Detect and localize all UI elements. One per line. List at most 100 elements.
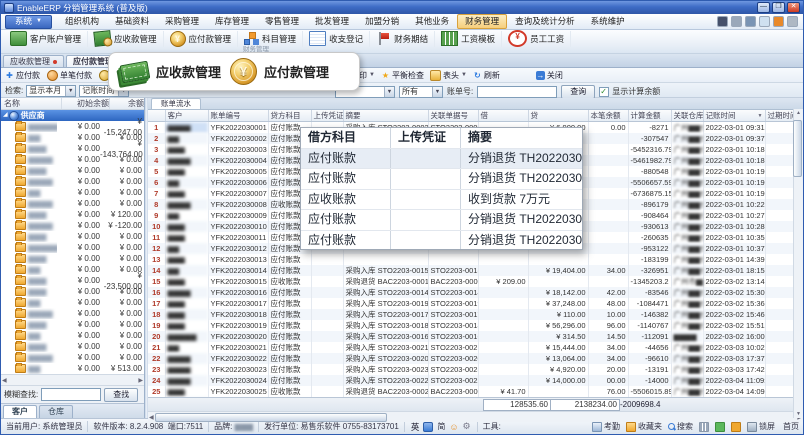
close-button[interactable]: ✕ <box>787 2 800 13</box>
query-button[interactable]: 查询 <box>561 85 595 99</box>
ribbon-button-payable[interactable]: 应付款管理 <box>164 31 239 47</box>
table-row[interactable]: 19▆▆▆YFK2022030019应付账款采购入库 STO2203-0018S… <box>148 320 798 331</box>
expand-icon[interactable]: ◢ <box>3 110 8 121</box>
tree-item-supplier[interactable]: ▆▆▆¥ 0.00¥ 0.00 <box>1 286 144 297</box>
minimize-button[interactable]: — <box>757 2 770 13</box>
action-balance-check[interactable]: 平衡检查 <box>381 70 424 81</box>
left-tab-仓库[interactable]: 仓库 <box>39 405 73 418</box>
bell-icon[interactable] <box>731 16 742 27</box>
menu-item[interactable]: 库存管理 <box>207 14 257 29</box>
smiley-icon[interactable]: ☺ <box>449 422 458 432</box>
status-tool-skin[interactable] <box>731 422 741 432</box>
table-row[interactable]: 21▆▆YFK2022030021应付账款采购入库 STO2203-0021ST… <box>148 342 798 353</box>
action-close-tab[interactable]: 关闭 <box>536 70 563 81</box>
col-计算金额[interactable]: 计算金额 <box>628 110 671 122</box>
tree-item-supplier[interactable]: ▆▆▆▆¥ 0.00¥ 0.00 <box>1 308 144 319</box>
menu-item[interactable]: 系统维护 <box>583 14 633 29</box>
tree-item-supplier[interactable]: ▆▆¥ 0.00¥ 0.00 <box>1 187 144 198</box>
menu-item[interactable]: 加盟分销 <box>357 14 407 29</box>
chat-icon[interactable] <box>759 16 770 27</box>
doc-tab[interactable]: 应收款管理 <box>3 55 64 67</box>
table-row[interactable]: 24▆▆▆▆YFK2022030024应付账款采购入库 STO2203-0022… <box>148 375 798 386</box>
maximize-button[interactable]: ❐ <box>772 2 785 13</box>
table-row[interactable]: 14▆▆YFK2022030014应付账款采购入库 STO2203-0015ST… <box>148 265 798 276</box>
window-mini-icon[interactable] <box>787 16 798 27</box>
table-row[interactable]: 17▆▆▆YFK2022030017应付账款采购入库 STO2203-0019S… <box>148 298 798 309</box>
menu-item[interactable]: 零售管理 <box>257 14 307 29</box>
status-tool-search[interactable]: 搜索 <box>668 421 693 432</box>
menu-item[interactable]: 财务管理 <box>457 14 507 29</box>
scroll-down-icon[interactable]: ▼ <box>796 411 801 417</box>
status-tool-theme[interactable] <box>715 422 725 432</box>
status-tool-attendance[interactable]: 考勤 <box>592 421 620 432</box>
scope-select[interactable]: 所有▼ <box>399 86 443 98</box>
tree-item-supplier[interactable]: ▆▆▆▆¥ 0.00¥ -120.00 <box>1 220 144 231</box>
status-tool-lock-screen[interactable]: 锁屏 <box>747 421 775 432</box>
tree-item-supplier[interactable]: ▆▆▆¥ 0.00¥ 0.00 <box>1 165 144 176</box>
tree-item-supplier[interactable]: ▆▆▆¥ 0.00¥ 0.00 <box>1 253 144 264</box>
ribbon-button-salary-template[interactable]: 工资模板 <box>435 31 502 47</box>
tree-item-supplier[interactable]: ▆▆▆▆¥ 0.00¥ 0.00 <box>1 154 144 165</box>
menu-item[interactable]: 查询及统计分析 <box>507 14 583 29</box>
tree-item-supplier[interactable]: ▆▆▆¥ 0.00¥ -143,764.00 <box>1 143 144 154</box>
show-calc-balance-checkbox[interactable]: ✓ 显示计算余额 <box>599 86 660 97</box>
tree-item-supplier[interactable]: ▆▆▆¥ 0.00¥ 0.00 <box>1 319 144 330</box>
table-row[interactable]: 23▆▆▆▆YFK2022030023应付账款采购入库 STO2203-0023… <box>148 364 798 375</box>
action-header[interactable]: 表头▼ <box>430 70 467 81</box>
col-账单编号[interactable]: 账单编号 <box>208 110 268 122</box>
tree-item-supplier[interactable]: ▆▆▆¥ 0.00¥ 120.00 <box>1 209 144 220</box>
menu-item[interactable]: 组织机构 <box>57 14 107 29</box>
menu-item[interactable]: 批发管理 <box>307 14 357 29</box>
table-row[interactable]: 22▆▆▆▆YFK2022030022应付账款采购入库 STO2203-0020… <box>148 353 798 364</box>
table-row[interactable]: 25▆▆▆YFK2022030025应收账款采购退货 BAC2203-0002B… <box>148 386 798 397</box>
status-tool-grid[interactable] <box>699 422 709 432</box>
col-关联仓库[interactable]: 关联仓库 <box>671 110 703 122</box>
col-init-balance[interactable]: 初始余额 <box>62 98 110 109</box>
usb-icon[interactable] <box>717 16 728 27</box>
menu-item[interactable]: 基础资料 <box>107 14 157 29</box>
action-refresh[interactable]: 刷新 <box>473 70 500 81</box>
left-tab-客户[interactable]: 客户 <box>3 405 37 418</box>
table-row[interactable]: 15▆▆▆YFK2022030015应收账款采购退货 BAC2203-0001B… <box>148 276 798 287</box>
col-客户[interactable]: 客户 <box>165 110 208 122</box>
ime-switch-icon[interactable] <box>423 422 433 432</box>
tab-bill-flow[interactable]: 账单流水 <box>151 98 201 109</box>
tree-item-supplier[interactable]: ▆▆▆¥ 0.00¥ 0.00 <box>1 341 144 352</box>
status-tool-favorites[interactable]: 收藏夹 <box>626 421 662 432</box>
tree-item-supplier[interactable]: ▆▆▆▆¥ 0.00¥ 0.00 <box>1 198 144 209</box>
col-关联单据号[interactable]: 关联单据号 <box>428 110 478 122</box>
ribbon-button-period-flag[interactable]: 财务期结 <box>370 31 435 47</box>
ime-cn-icon[interactable]: 简 <box>437 421 445 432</box>
action-single-payment[interactable]: 单笔付款 <box>47 70 92 81</box>
status-tool-home[interactable]: 首页 <box>781 421 799 432</box>
fuzzy-find-input[interactable] <box>41 388 101 401</box>
tree-item-supplier[interactable]: ▆▆▆¥ 0.00¥ -23,500.00 <box>1 275 144 286</box>
ime-en-icon[interactable]: 英 <box>411 421 420 433</box>
ribbon-button-employee-salary[interactable]: 员工工资 <box>502 31 571 47</box>
tree-item-supplier[interactable]: ▆▆▆▆¥ 0.00¥ 0.00 <box>1 352 144 363</box>
tree-item-supplier[interactable]: ▆▆▆¥ 0.00¥ 0.00 <box>1 231 144 242</box>
col-上传凭证[interactable]: 上传凭证 <box>311 110 343 122</box>
find-button[interactable]: 查找 <box>104 388 138 402</box>
scroll-right-icon[interactable]: ▶ <box>138 377 143 384</box>
scroll-left-icon[interactable]: ◀ <box>2 377 7 384</box>
ribbon-button-subject-tree[interactable]: 科目管理 <box>238 31 303 47</box>
hscroll-thumb[interactable] <box>155 413 387 422</box>
ribbon-button-receivable[interactable]: 应收款管理 <box>88 31 164 47</box>
tree-item-supplier[interactable]: ▆▆▆▆▆¥ 0.00¥ 0.00 <box>1 242 144 253</box>
monitor-icon[interactable] <box>745 16 756 27</box>
settings-gear-icon[interactable]: ⚙ <box>463 421 471 432</box>
tree-hscrollbar[interactable]: ◀▶ <box>1 374 144 385</box>
vscroll-thumb[interactable] <box>793 120 802 177</box>
table-row[interactable]: 13▆▆▆YFK2022030013应付账款-183199广州▆▆仓2022-0… <box>148 254 798 265</box>
tree-item-supplier[interactable]: ▆▆¥ 0.00¥ 0.00 <box>1 297 144 308</box>
col-本笔余额[interactable]: 本笔余额 <box>588 110 628 122</box>
period-select[interactable]: 显示本月▼ <box>26 85 76 97</box>
menu-item[interactable]: 采购管理 <box>157 14 207 29</box>
col-name[interactable]: 名称 <box>1 98 62 109</box>
col-摘要[interactable]: 摘要 <box>343 110 428 122</box>
col-贷方科目[interactable]: 贷方科目 <box>268 110 311 122</box>
folder-mini-icon[interactable] <box>773 16 784 27</box>
col-balance[interactable]: 余额 <box>110 98 144 109</box>
table-row[interactable]: 20▆▆▆▆▆YFK2022030020应付账款采购入库 STO2203-001… <box>148 331 798 342</box>
